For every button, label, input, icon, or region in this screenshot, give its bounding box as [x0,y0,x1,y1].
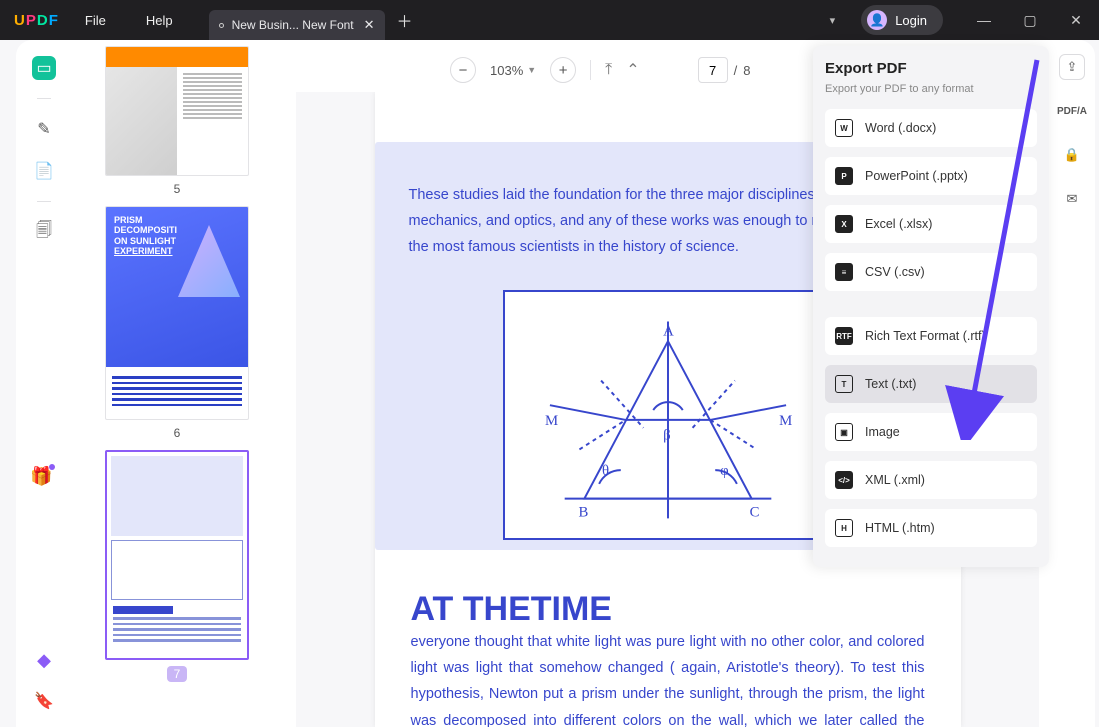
opt-label: HTML (.htm) [865,521,935,535]
title-bar: UPDF File Help New Busin... New Font ✕ ＋… [0,0,1099,40]
login-label: Login [895,13,927,28]
separator [37,201,51,202]
thumbnail-6[interactable]: PRISMDECOMPOSITION SUNLIGHTEXPERIMENT 6 [72,206,282,440]
thumbnail-7[interactable]: 7 [72,450,282,682]
opt-label: Image [865,425,900,439]
export-option-xml[interactable]: </> XML (.xml) [825,461,1037,499]
page-sep: / [734,63,738,78]
panel-title: Export PDF [825,60,1037,77]
svg-text:C: C [749,505,759,521]
csv-file-icon: ≡ [835,263,853,281]
svg-text:β: β [663,428,671,444]
mail-icon[interactable]: ✉ [1059,186,1085,212]
export-option-rtf[interactable]: RTF Rich Text Format (.rtf) [825,317,1037,355]
tab-indicator-icon [219,23,224,28]
tabs-dropdown-icon[interactable]: ▾ [820,8,846,33]
svg-text:M: M [779,413,792,429]
menu-file[interactable]: File [85,13,106,28]
gift-icon[interactable]: 🎁 [30,466,52,487]
page-indicator: / 8 [698,57,751,83]
panel-subtitle: Export your PDF to any format [825,83,1037,95]
pdfa-icon[interactable]: PDF/A [1059,98,1085,124]
bookmark-icon[interactable]: 🔖 [34,691,54,711]
left-toolbar: ▭ ✎ 📄 🗐 🎁 ◆ 🔖 [16,40,72,727]
prism-diagram: A B C M M β θ φ [503,290,833,540]
body-text: everyone thought that white light was pu… [375,629,961,727]
organize-tool-icon[interactable]: 🗐 [32,220,56,244]
rtf-file-icon: RTF [835,327,853,345]
svg-text:B: B [578,505,588,521]
login-button[interactable]: 👤 Login [861,5,943,35]
svg-text:θ: θ [602,463,609,479]
thumbnail-number: 6 [174,426,181,440]
export-option-csv[interactable]: ≡ CSV (.csv) [825,253,1037,291]
export-option-txt[interactable]: T Text (.txt) [825,365,1037,403]
word-file-icon: W [835,119,853,137]
opt-label: CSV (.csv) [865,265,925,279]
document-tab[interactable]: New Busin... New Font ✕ [209,10,385,40]
export-option-excel[interactable]: X Excel (.xlsx) [825,205,1037,243]
opt-label: Word (.docx) [865,121,936,135]
thumbnail-panel: 5 PRISMDECOMPOSITION SUNLIGHTEXPERIMENT … [72,46,282,727]
app-frame: ▭ ✎ 📄 🗐 🎁 ◆ 🔖 5 [16,40,1095,727]
export-option-ppt[interactable]: P PowerPoint (.pptx) [825,157,1037,195]
highlight-tool-icon[interactable]: ✎ [32,117,56,141]
separator [37,98,51,99]
right-toolbar: ⇪ PDF/A 🔒 ✉ [1049,40,1095,727]
opt-label: XML (.xml) [865,473,925,487]
export-panel: Export PDF Export your PDF to any format… [813,46,1049,567]
window-maximize-icon[interactable]: ▢ [1007,0,1053,40]
export-option-image[interactable]: ▣ Image [825,413,1037,451]
edit-tool-icon[interactable]: 📄 [32,159,56,183]
opt-label: Rich Text Format (.rtf) [865,329,986,343]
txt-file-icon: T [835,375,853,393]
reader-mode-icon[interactable]: ▭ [32,56,56,80]
window-close-icon[interactable]: ✕ [1053,0,1099,40]
excel-file-icon: X [835,215,853,233]
page-input[interactable] [698,57,728,83]
zoom-level[interactable]: 103% [490,63,523,78]
opt-label: PowerPoint (.pptx) [865,169,968,183]
page-total: 8 [743,63,750,78]
opt-label: Excel (.xlsx) [865,217,932,231]
app-logo: UPDF [14,12,59,29]
thumbnail-5[interactable]: 5 [72,46,282,196]
html-file-icon: H [835,519,853,537]
secure-icon[interactable]: 🔒 [1059,142,1085,168]
image-file-icon: ▣ [835,423,853,441]
opt-label: Text (.txt) [865,377,916,391]
avatar-icon: 👤 [867,10,887,30]
layers-icon[interactable]: ◆ [37,650,51,671]
window-minimize-icon[interactable]: — [961,0,1007,40]
first-page-icon[interactable]: ⤒ [605,61,612,79]
svg-text:φ: φ [720,463,729,479]
xml-file-icon: </> [835,471,853,489]
zoom-out-icon[interactable]: − [450,57,476,83]
svg-text:A: A [663,324,674,340]
zoom-dropdown-icon[interactable]: ▼ [527,65,536,75]
prev-page-icon[interactable]: ⌃ [626,60,639,80]
tab-close-icon[interactable]: ✕ [364,17,375,33]
export-option-html[interactable]: H HTML (.htm) [825,509,1037,547]
thumbnail-number: 5 [174,182,181,196]
export-option-word[interactable]: W Word (.docx) [825,109,1037,147]
menu-help[interactable]: Help [146,13,173,28]
separator [590,60,591,80]
thumbnail-number: 7 [167,666,188,682]
zoom-in-icon[interactable]: + [550,57,576,83]
export-icon[interactable]: ⇪ [1059,54,1085,80]
page-heading: AT THETIME [411,590,612,628]
tab-title: New Busin... New Font [232,18,354,32]
new-tab-button[interactable]: ＋ [391,6,419,34]
ppt-file-icon: P [835,167,853,185]
svg-text:M: M [545,413,558,429]
